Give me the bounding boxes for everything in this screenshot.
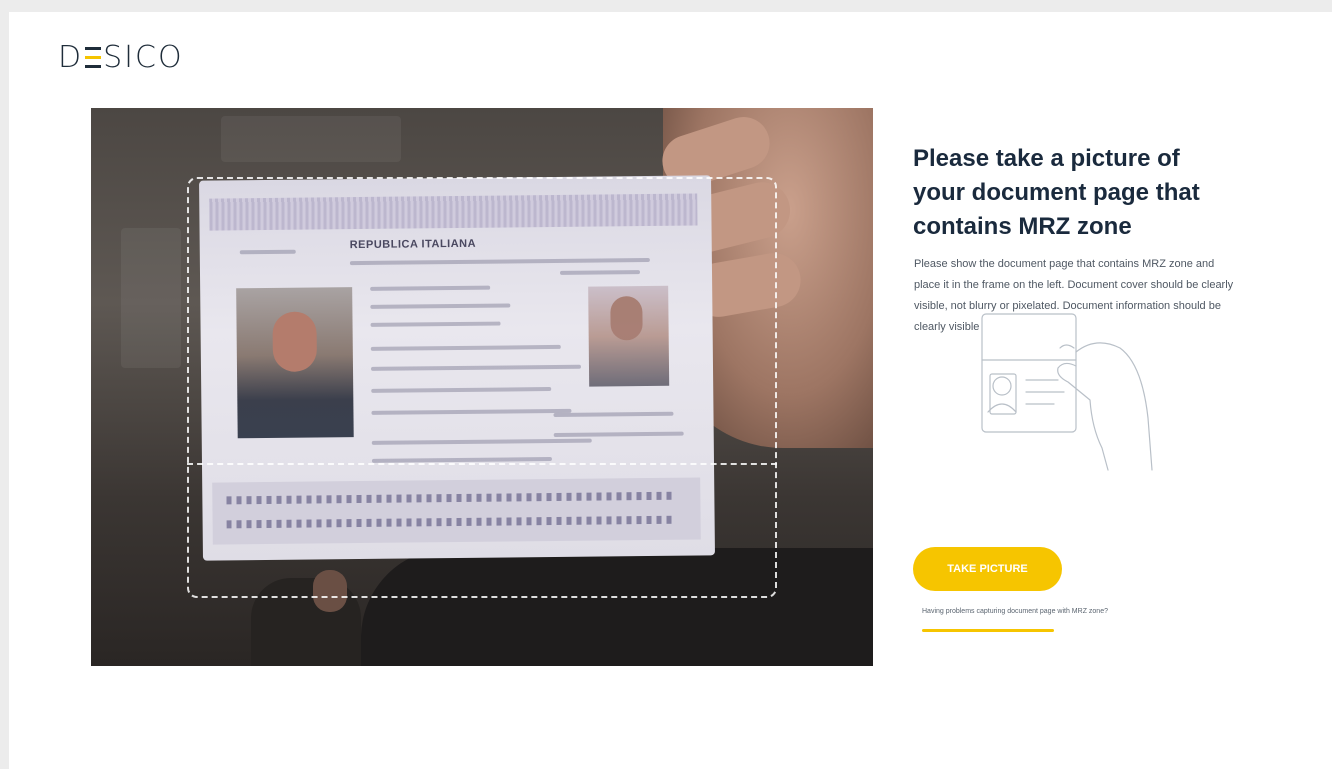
logo-letter-d: D <box>58 40 84 75</box>
page: D SICO REPUBLICA ITALIANA Please take a … <box>9 12 1332 769</box>
camera-feed: REPUBLICA ITALIANA <box>91 108 873 666</box>
help-link[interactable]: Having problems capturing document page … <box>922 608 1108 615</box>
hand-holding-document-icon <box>981 313 1153 471</box>
wall-panel <box>121 228 181 368</box>
document-frame-guide <box>187 177 777 598</box>
page-title: Please take a picture of your document p… <box>913 145 1200 240</box>
ceiling-panel <box>221 116 401 162</box>
take-picture-button[interactable]: TAKE PICTURE <box>913 547 1062 591</box>
logo-e-mark <box>85 45 102 69</box>
logo-letters-sico: SICO <box>103 40 184 75</box>
help-link-underline <box>922 629 1054 632</box>
desico-logo: D SICO <box>58 40 184 75</box>
mrz-guide-line <box>187 463 777 465</box>
